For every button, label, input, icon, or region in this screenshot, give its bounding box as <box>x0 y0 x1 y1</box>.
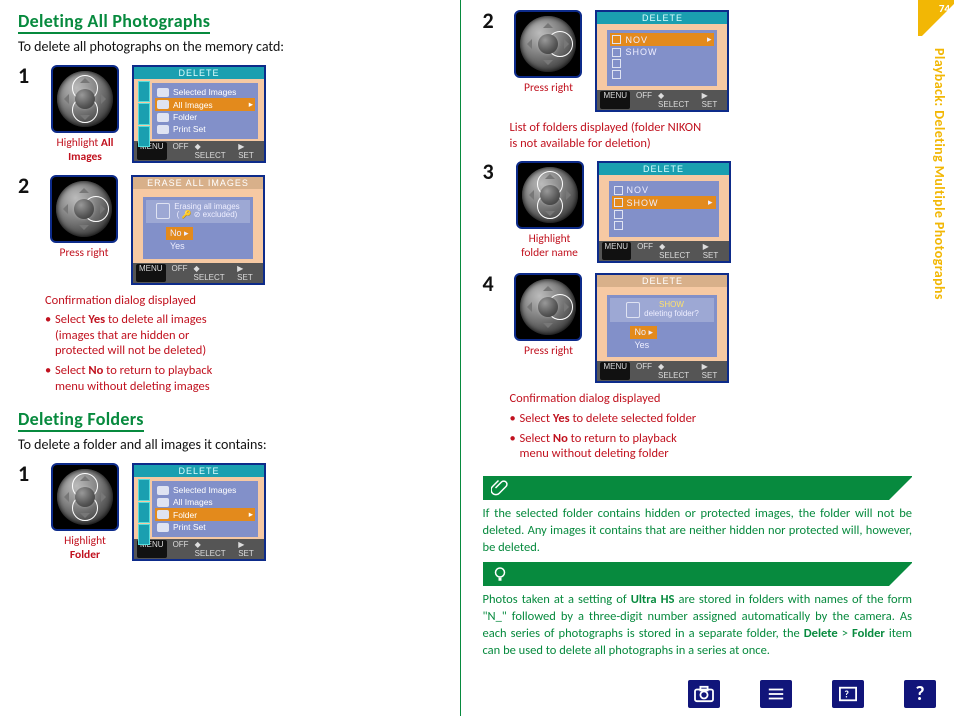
stepF1-caption: HighlightFolder <box>64 535 106 563</box>
right-column: 2 Press right DELETE NOV▸ SHOW MENUOFF◆ … <box>461 0 943 716</box>
lcd-folder-list: DELETE NOV▸ SHOW MENUOFF◆ SELECT▶ SET <box>595 10 729 112</box>
note-folder-list: List of folders displayed (folder NIKON … <box>509 120 705 151</box>
step-4-folder: 4 Press right DELETE SHOWdeleting folder… <box>483 273 913 466</box>
trash-icon <box>626 302 640 318</box>
lcd-title: DELETE <box>134 67 264 79</box>
thumbs-icon <box>157 486 169 495</box>
lcd-statusbar: MENUOFF◆ SELECT▶ SET <box>133 263 263 283</box>
lead-deleting-folders: To delete a folder and all images it con… <box>18 436 448 453</box>
heading-deleting-folders: Deleting Folders <box>18 408 144 432</box>
menu-item: All Images <box>173 497 213 507</box>
step2-caption: Press right <box>60 247 109 261</box>
step-number: 2 <box>483 10 502 32</box>
contents-nav-icon[interactable] <box>760 680 792 708</box>
help-nav-icon[interactable]: ? <box>904 680 936 708</box>
step1-caption: Highlight All Images <box>46 137 124 165</box>
step-2-all-images: 2 Press right ERASE ALL IMAGES Erasing a… <box>18 175 448 399</box>
step-number: 2 <box>18 175 37 197</box>
lcd-delete-menu: DELETE Selected Images All Images▸ Folde… <box>132 65 266 163</box>
lcd-title: DELETE <box>597 12 727 24</box>
dpad-icon <box>51 463 119 531</box>
menu-item-selected: Folder <box>173 510 197 520</box>
lcd-title: DELETE <box>597 275 727 287</box>
help-text-nav-icon[interactable]: ? <box>832 680 864 708</box>
step4-note: Confirmation dialog displayed Select Yes… <box>509 391 705 466</box>
step-caption: Highlightfolder name <box>521 233 578 261</box>
thumbs-icon <box>157 88 169 97</box>
step-number: 3 <box>483 161 503 183</box>
lcd-statusbar: MENUOFF◆ SELECT▶ SET <box>597 361 727 381</box>
checkbox-icon <box>612 35 621 44</box>
folder-icon <box>157 113 169 122</box>
note-bar <box>483 476 913 500</box>
menu-item: Print Set <box>173 522 206 532</box>
folder-row-label: SHOW <box>627 198 659 208</box>
clip-icon <box>491 479 509 497</box>
option-no: No ▸ <box>630 326 657 339</box>
option-yes: Yes <box>630 339 694 351</box>
left-column: Deleting All Photographs To delete all p… <box>12 0 461 716</box>
step-caption: Press right <box>524 82 573 96</box>
bulb-icon <box>491 565 509 583</box>
bottom-nav: ? ? <box>688 680 936 708</box>
folder-row-label: SHOW <box>625 47 657 57</box>
folder-row-label: NOV <box>627 185 650 195</box>
folder-icon <box>157 510 169 519</box>
lcd-delete-menu-folder: DELETE Selected Images All Images Folder… <box>132 463 266 561</box>
dpad-icon <box>514 273 582 341</box>
lcd-title: ERASE ALL IMAGES <box>133 177 263 189</box>
lead-deleting-all: To delete all photographs on the memory … <box>18 38 448 55</box>
menu-item: Folder <box>173 112 197 122</box>
lcd-title: DELETE <box>134 465 264 477</box>
svg-text:?: ? <box>844 689 849 701</box>
folder-row-label: NOV <box>625 35 648 45</box>
camera-nav-icon[interactable] <box>688 680 720 708</box>
menu-item: Selected Images <box>173 485 236 495</box>
checkbox-icon <box>614 186 623 195</box>
step-1-folder: 1 HighlightFolder DELETE Selected Images… <box>18 463 448 563</box>
menu-item: Print Set <box>173 124 206 134</box>
lcd-statusbar: MENUOFF◆ SELECT▶ SET <box>597 90 727 110</box>
stack-icon <box>157 498 169 507</box>
step-caption: Press right <box>524 345 573 359</box>
lcd-statusbar: MENUOFF◆ SELECT▶ SET <box>599 241 729 261</box>
stack-icon <box>157 100 169 109</box>
tip-bar <box>483 562 913 586</box>
checkbox-icon <box>614 221 623 230</box>
lcd-delete-folder-confirm: DELETE SHOWdeleting folder? No ▸ Yes MEN… <box>595 273 729 383</box>
lcd-folder-list-highlight: DELETE NOV SHOW▸ MENUOFF◆ SELECT▶ SET <box>597 161 731 263</box>
lcd-erase-confirm: ERASE ALL IMAGES Erasing all images( 🔑 ⊘… <box>131 175 265 285</box>
checkbox-icon <box>612 70 621 79</box>
step-number: 4 <box>483 273 502 295</box>
dpad-icon <box>514 10 582 78</box>
checkbox-icon <box>614 198 623 207</box>
dpad-icon <box>516 161 584 229</box>
dpad-icon <box>51 65 119 133</box>
checkbox-icon <box>612 59 621 68</box>
checkbox-icon <box>614 210 623 219</box>
note-protected-images: If the selected folder contains hidden o… <box>483 506 913 557</box>
lcd-title: DELETE <box>599 163 729 175</box>
checkbox-icon <box>612 48 621 57</box>
step-number: 1 <box>18 463 38 485</box>
option-no: No ▸ <box>166 227 193 240</box>
step-1-all-images: 1 Highlight All Images DELETE Sele <box>18 65 448 165</box>
dpad-icon <box>50 175 118 243</box>
option-yes: Yes <box>166 240 230 252</box>
step-3-folder: 3 Highlightfolder name DELETE NOV SHOW▸ … <box>483 161 913 263</box>
menu-item: Selected Images <box>173 87 236 97</box>
step-2-folder: 2 Press right DELETE NOV▸ SHOW MENUOFF◆ … <box>483 10 913 151</box>
heading-deleting-all: Deleting All Photographs <box>18 10 210 34</box>
menu-item-selected: All Images <box>173 100 213 110</box>
trash-icon <box>156 203 170 219</box>
step2-note: Confirmation dialog displayed Select Yes… <box>45 293 241 399</box>
print-icon <box>157 523 169 532</box>
lcd-statusbar: MENUOFF◆ SELECT▶ SET <box>134 539 264 559</box>
tip-ultra-hs: Photos taken at a setting of Ultra HS ar… <box>483 592 913 660</box>
print-icon <box>157 125 169 134</box>
lcd-statusbar: MENUOFF◆ SELECT▶ SET <box>134 141 264 161</box>
step-number: 1 <box>18 65 38 87</box>
